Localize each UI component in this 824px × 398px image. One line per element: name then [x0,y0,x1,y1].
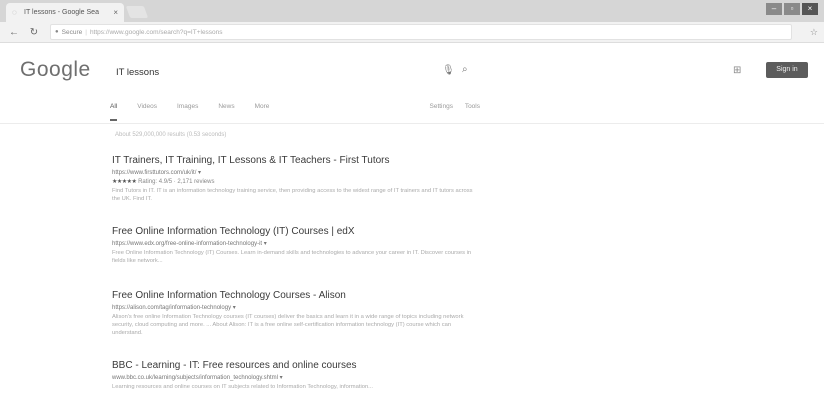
close-window-button[interactable]: × [802,3,818,15]
result-title-link[interactable]: IT Trainers, IT Training, IT Lessons & I… [112,155,482,166]
result-url[interactable]: https://alison.com/tag/information-techn… [112,304,482,311]
microphone-icon[interactable]: 🎙 [442,65,455,76]
search-tabs: All Videos Images News More Settings Too… [110,103,480,123]
browser-tab[interactable]: ◌ IT lessons - Google Sea × [6,3,124,22]
result-stats: About 529,000,000 results (0.53 seconds) [115,132,227,138]
result-rating: ★★★★★ Rating: 4.9/5 · 2,171 reviews [112,178,482,185]
result-title-link[interactable]: Free Online Information Technology Cours… [112,290,482,301]
minimize-button[interactable]: – [766,3,782,15]
result-url[interactable]: https://www.firsttutors.com/uk/it/ ▾ [112,169,482,176]
search-box[interactable]: IT lessons 🎙 ⌕ [110,59,480,85]
result-snippet: Find Tutors in IT. IT is an information … [112,188,473,202]
reload-icon[interactable]: ↻ [28,27,40,38]
bookmark-star-icon[interactable]: ☆ [810,27,818,38]
maximize-button[interactable]: ▫ [784,3,800,15]
browser-tab-title: IT lessons - Google Sea [24,9,99,16]
google-logo[interactable]: Google [20,58,91,82]
search-input[interactable]: IT lessons [116,67,159,78]
header-divider [0,123,824,124]
result-snippet: Learning resources and online courses on… [112,384,374,390]
result-title-link[interactable]: Free Online Information Technology (IT) … [112,226,482,237]
tab-tools[interactable]: Tools [465,103,480,110]
tab-close-icon[interactable]: × [113,8,118,17]
browser-toolbar: ← ↻ ● Secure | https://www.google.com/se… [0,22,824,43]
sign-in-button[interactable]: Sign in [766,62,808,78]
result-snippet: Alison's free online Information Technol… [112,314,464,336]
search-tools: Settings Tools [420,103,481,123]
new-tab-button[interactable] [125,6,149,18]
search-icon[interactable]: ⌕ [462,64,468,75]
window-controls: – ▫ × [766,3,818,15]
result-title-link[interactable]: BBC - Learning - IT: Free resources and … [112,360,482,371]
result-snippet: Free Online Information Technology (IT) … [112,250,472,264]
tab-videos[interactable]: Videos [137,103,157,123]
back-arrow-icon[interactable]: ← [8,27,20,38]
result-url[interactable]: https://www.edx.org/free-online-informat… [112,240,482,247]
page-favicon-icon: ◌ [12,7,17,17]
address-url: https://www.google.com/search?q=IT+lesso… [89,28,223,36]
search-result: Free Online Information Technology (IT) … [112,226,482,265]
address-bar[interactable]: ● Secure | https://www.google.com/search… [50,24,792,40]
rating-text: Rating: 4.9/5 · 2,171 reviews [138,179,215,185]
tab-images[interactable]: Images [177,103,198,123]
apps-grid-icon[interactable]: ⊞ [733,65,741,76]
tab-more[interactable]: More [255,103,270,123]
search-result: Free Online Information Technology Cours… [112,290,482,337]
lock-icon: ● [55,29,59,35]
tab-settings[interactable]: Settings [430,103,454,110]
result-url[interactable]: www.bbc.co.uk/learning/subjects/informat… [112,374,482,381]
tab-news[interactable]: News [218,103,234,123]
search-result: BBC - Learning - IT: Free resources and … [112,360,482,391]
search-result: IT Trainers, IT Training, IT Lessons & I… [112,155,482,203]
browser-tab-strip: ◌ IT lessons - Google Sea × – ▫ × [0,0,824,22]
tab-all[interactable]: All [110,103,118,121]
rating-stars-icon: ★★★★★ [112,179,137,185]
secure-label: Secure [61,28,83,36]
